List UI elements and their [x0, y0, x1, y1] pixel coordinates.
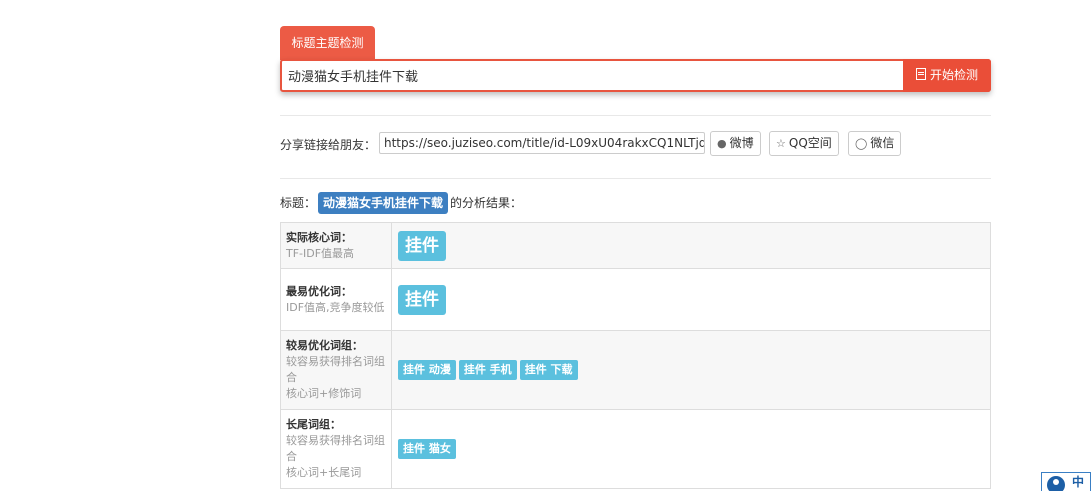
- divider: [280, 178, 991, 179]
- avatar-icon: [1047, 476, 1065, 491]
- row-title: 较易优化词组：: [286, 339, 363, 352]
- row-label: 最易优化词： IDF值高,竞争度较低: [280, 268, 392, 331]
- share-weibo-button[interactable]: ● 微博: [710, 131, 761, 156]
- row-label: 实际核心词： TF-IDF值最高: [280, 222, 392, 269]
- row-title: 长尾词组：: [286, 418, 341, 431]
- share-wechat-label: 微信: [870, 136, 895, 150]
- row-description: TF-IDF值最高: [286, 246, 355, 260]
- result-prefix: 标题：: [280, 196, 317, 210]
- document-icon: [915, 68, 926, 80]
- search-input[interactable]: [282, 61, 914, 90]
- share-qzone-label: QQ空间: [788, 136, 832, 150]
- share-qzone-button[interactable]: ☆ QQ空间: [769, 131, 839, 156]
- share-wechat-button[interactable]: ◯ 微信: [848, 131, 902, 156]
- keyword-tag: 挂件 动漫: [398, 360, 456, 380]
- share-weibo-label: 微博: [729, 136, 754, 150]
- weibo-icon: ●: [717, 137, 727, 150]
- divider: [280, 115, 991, 116]
- table-row: 较易优化词组： 较容易获得排名词组合 核心词+修饰词 挂件 动漫 挂件 手机 挂件 …: [280, 330, 991, 410]
- row-title: 实际核心词：: [286, 230, 352, 244]
- row-description: IDF值高,竞争度较低: [286, 300, 385, 314]
- table-row: 最易优化词： IDF值高,竞争度较低 挂件: [280, 268, 991, 331]
- share-label: 分享链接给朋友：: [280, 138, 377, 152]
- wechat-icon: ◯: [855, 137, 868, 150]
- chat-widget-label: 中: [1072, 475, 1085, 489]
- analyzed-title-badge: 动漫猫女手机挂件下载: [318, 192, 449, 214]
- row-value: 挂件: [391, 268, 991, 331]
- analysis-table: 实际核心词： TF-IDF值最高 挂件 最易优化词： IDF值高,竞争度较低 挂…: [280, 222, 991, 489]
- result-suffix: 的分析结果：: [450, 196, 523, 210]
- table-row: 长尾词组： 较容易获得排名词组合 核心词+长尾词 挂件 猫女: [280, 409, 991, 489]
- search-bar: 开始检测: [280, 59, 991, 92]
- row-value: 挂件: [391, 222, 991, 269]
- table-row: 实际核心词： TF-IDF值最高 挂件: [280, 222, 991, 269]
- tab-title-topic-check[interactable]: 标题主题检测: [280, 26, 375, 60]
- keyword-tag: 挂件 手机: [458, 360, 517, 380]
- row-value: 挂件 猫女: [391, 409, 991, 489]
- row-description: 较容易获得排名词组合 核心词+长尾词: [286, 434, 385, 479]
- share-url-field[interactable]: https://seo.juziseo.com/title/id-L09xU04…: [379, 132, 705, 154]
- keyword-tag: 挂件 下载: [519, 360, 578, 380]
- start-check-button[interactable]: 开始检测: [903, 59, 991, 92]
- result-heading: 标题： 动漫猫女手机挂件下载 的分析结果：: [280, 192, 522, 214]
- start-check-label: 开始检测: [929, 68, 978, 82]
- chat-widget[interactable]: 中: [1041, 472, 1091, 491]
- row-description: 较容易获得排名词组合 核心词+修饰词: [286, 355, 385, 400]
- keyword-tag: 挂件: [398, 230, 446, 261]
- keyword-tag: 挂件 猫女: [398, 439, 456, 459]
- star-icon: ☆: [776, 137, 786, 150]
- row-label: 较易优化词组： 较容易获得排名词组合 核心词+修饰词: [280, 330, 392, 410]
- page: 标题主题检测 开始检测 分享链接给朋友： https://seo.juziseo…: [0, 0, 1091, 491]
- row-title: 最易优化词：: [286, 284, 352, 298]
- row-value: 挂件 动漫 挂件 手机 挂件 下载: [391, 330, 991, 410]
- row-label: 长尾词组： 较容易获得排名词组合 核心词+长尾词: [280, 409, 392, 489]
- keyword-tag: 挂件: [398, 284, 446, 315]
